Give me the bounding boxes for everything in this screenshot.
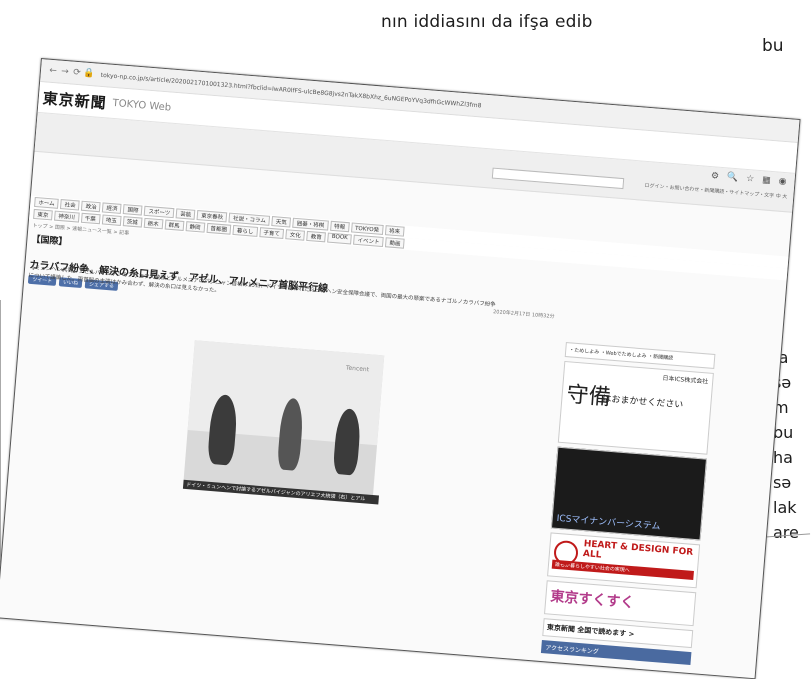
background-text-fragment: sə — [773, 473, 792, 492]
nav-item[interactable]: 暮らし — [232, 224, 258, 237]
site-logo-subtitle: TOKYO Web — [112, 97, 172, 114]
zoom-icon[interactable]: 🔍 — [727, 172, 739, 183]
nav-item[interactable]: 茨城 — [122, 216, 143, 228]
ad-banner[interactable]: 日本ICS株式会社 守備 はおまかせください — [557, 360, 714, 455]
nav-item[interactable]: 特報 — [329, 220, 350, 233]
nav-item[interactable]: BOOK — [327, 232, 353, 245]
ad-advertiser: 日本ICS株式会社 — [662, 374, 709, 386]
nav-item[interactable]: ホーム — [34, 196, 60, 209]
background-text-fragment: lak — [773, 498, 797, 517]
nav-item[interactable]: 群馬 — [164, 219, 184, 231]
ad-banner[interactable]: HEART & DESIGN FOR ALL 誰もが暮らしやすい社会の実現へ — [547, 532, 701, 589]
nav-item[interactable]: 国際 — [123, 204, 143, 216]
nav-item[interactable]: 芸能 — [175, 208, 196, 220]
nav-item[interactable]: 首都圏 — [206, 222, 232, 235]
nav-item[interactable]: 子育て — [258, 227, 285, 240]
nav-item[interactable]: 教育 — [306, 230, 327, 243]
background-article-line: nın iddiasını da ifşa edib — [381, 12, 593, 32]
tilted-screenshot: ← → ⟳ 🔒 tokyo-np.co.jp/s/article/2020021… — [0, 58, 801, 679]
background-text-fragment: bu — [773, 423, 794, 442]
reload-icon[interactable]: ⟳ — [71, 67, 84, 79]
nav-item[interactable]: 神奈川 — [54, 210, 80, 223]
account-icon[interactable]: ◉ — [778, 177, 787, 188]
ad-tagline: はおまかせください — [602, 394, 684, 411]
back-icon[interactable]: ← — [47, 66, 60, 77]
forward-icon[interactable]: → — [59, 67, 72, 78]
nav-item[interactable]: 動画 — [385, 237, 405, 249]
nav-item[interactable]: 政治 — [81, 200, 101, 213]
nav-item[interactable]: 埼玉 — [101, 214, 122, 226]
nav-item[interactable]: 社会 — [60, 199, 81, 211]
lock-icon: 🔒 — [82, 68, 95, 80]
nav-item[interactable]: 天気 — [271, 216, 292, 228]
nav-item[interactable]: 経済 — [102, 202, 122, 214]
article-photo: Tencent — [183, 340, 385, 496]
search-input[interactable] — [491, 167, 625, 190]
ad-tagline: ICSマイナンバーシステム — [556, 513, 661, 533]
background-text-fragment: ha — [773, 448, 793, 467]
nav-item[interactable]: 栃木 — [143, 217, 164, 230]
background-article-line: bu — [762, 36, 784, 56]
nav-item[interactable]: 将来 — [384, 225, 405, 237]
background-text-fragment: are — [773, 523, 799, 542]
site-logo[interactable]: 東京新聞 — [42, 87, 107, 113]
nav-item[interactable]: 文化 — [285, 229, 306, 241]
nav-item[interactable]: 東京 — [33, 208, 53, 221]
star-icon[interactable]: ☆ — [746, 174, 755, 185]
site-toolbar: ⚙ 🔍 ☆ ▦ ◉ — [711, 171, 787, 187]
settings-icon[interactable]: ⚙ — [711, 171, 720, 182]
ad-banner[interactable]: ICSマイナンバーシステム — [550, 446, 708, 541]
grid-icon[interactable]: ▦ — [762, 175, 771, 186]
nav-item[interactable]: 千葉 — [80, 212, 101, 225]
nav-item[interactable]: 静岡 — [185, 221, 205, 233]
